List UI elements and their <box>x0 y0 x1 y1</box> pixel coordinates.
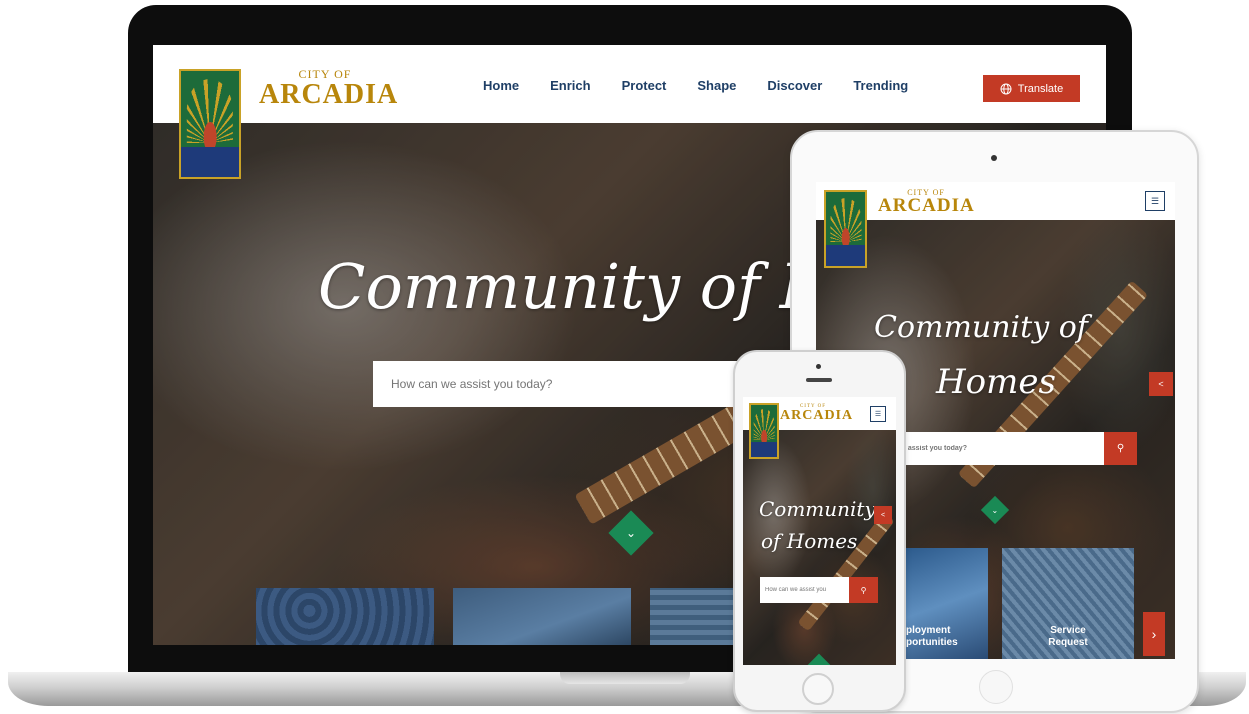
tablet-tile-service-label: Service Request <box>1048 625 1088 648</box>
nav-enrich[interactable]: Enrich <box>550 78 590 93</box>
logo-arcadia: ARCADIA <box>259 79 399 110</box>
city-crest-logo[interactable] <box>179 69 241 179</box>
nav-trending[interactable]: Trending <box>853 78 908 93</box>
chevron-down-icon: ⌄ <box>625 526 637 540</box>
nav-shape[interactable]: Shape <box>697 78 736 93</box>
phone-logo-text[interactable]: CITY OF ARCADIA <box>780 404 854 423</box>
phone-search-input[interactable] <box>760 587 849 593</box>
feature-tile-1[interactable] <box>256 588 434 645</box>
phone-search-box <box>760 577 849 603</box>
tablet-chevron-down-icon: ⌄ <box>991 505 999 515</box>
phone-home-button <box>802 673 834 705</box>
tablet-tile-service-request[interactable]: Service Request <box>1002 548 1134 659</box>
tablet-logo-text[interactable]: CITY OF ARCADIA <box>878 188 974 215</box>
share-icon: < <box>1158 379 1164 389</box>
main-nav: Home Enrich Protect Shape Discover Trend… <box>483 78 908 93</box>
tablet-logo-arcadia: ARCADIA <box>878 195 975 216</box>
hamburger-icon: ☰ <box>1150 195 1160 206</box>
phone-hero-title-line1: Community <box>759 497 876 521</box>
chevron-right-icon: › <box>1151 626 1157 642</box>
translate-label: Translate <box>1017 82 1064 95</box>
translate-button[interactable]: Translate <box>983 75 1080 102</box>
feature-tile-2[interactable] <box>453 588 631 645</box>
tablet-header <box>816 182 1175 220</box>
tablet-menu-button[interactable]: ☰ <box>1145 191 1165 211</box>
phone-search-button[interactable]: ⚲ <box>849 577 878 603</box>
laptop-notch <box>560 672 690 684</box>
phone-share-button[interactable]: < <box>874 506 892 524</box>
tablet-tile-employment-label: ployment portunities <box>906 625 958 648</box>
globe-icon <box>1000 83 1012 94</box>
tablet-share-button[interactable]: < <box>1149 372 1173 396</box>
tablet-next-button[interactable]: › <box>1143 612 1165 656</box>
hero-title: Community of F <box>318 250 823 323</box>
nav-home[interactable]: Home <box>483 78 519 93</box>
phone-chevron-down-icon: ⌄ <box>816 662 821 666</box>
tablet-crest-logo[interactable] <box>824 190 867 268</box>
nav-protect[interactable]: Protect <box>622 78 667 93</box>
search-icon: ⚲ <box>1116 443 1125 454</box>
feature-tile-3[interactable] <box>650 588 740 645</box>
phone-speaker <box>806 378 832 382</box>
phone-camera <box>816 364 821 369</box>
phone-logo-arcadia: ARCADIA <box>780 408 854 423</box>
phone-hero-title-line2: of Homes <box>761 529 858 553</box>
site-logo-text[interactable]: CITY OF ARCADIA <box>259 67 399 110</box>
phone-hamburger-icon: ☰ <box>874 411 882 418</box>
tablet-home-button <box>979 670 1013 704</box>
phone-menu-button[interactable]: ☰ <box>870 406 886 422</box>
phone-crest-logo[interactable] <box>749 403 779 459</box>
tablet-tile-employment[interactable]: ployment portunities <box>904 548 988 659</box>
tablet-hero-title-line2: Homes <box>936 362 1056 402</box>
tablet-hero-title-line1: Community of <box>874 310 1088 345</box>
tablet-search-input[interactable] <box>894 445 1104 452</box>
phone-screen: CITY OF ARCADIA ☰ Community of Homes < ⚲… <box>743 397 896 665</box>
nav-discover[interactable]: Discover <box>767 78 822 93</box>
tablet-camera <box>991 155 997 161</box>
phone-search-icon: ⚲ <box>860 585 867 595</box>
phone-share-icon: < <box>880 511 886 519</box>
tablet-search-box <box>894 432 1104 465</box>
tablet-search-button[interactable]: ⚲ <box>1104 432 1137 465</box>
